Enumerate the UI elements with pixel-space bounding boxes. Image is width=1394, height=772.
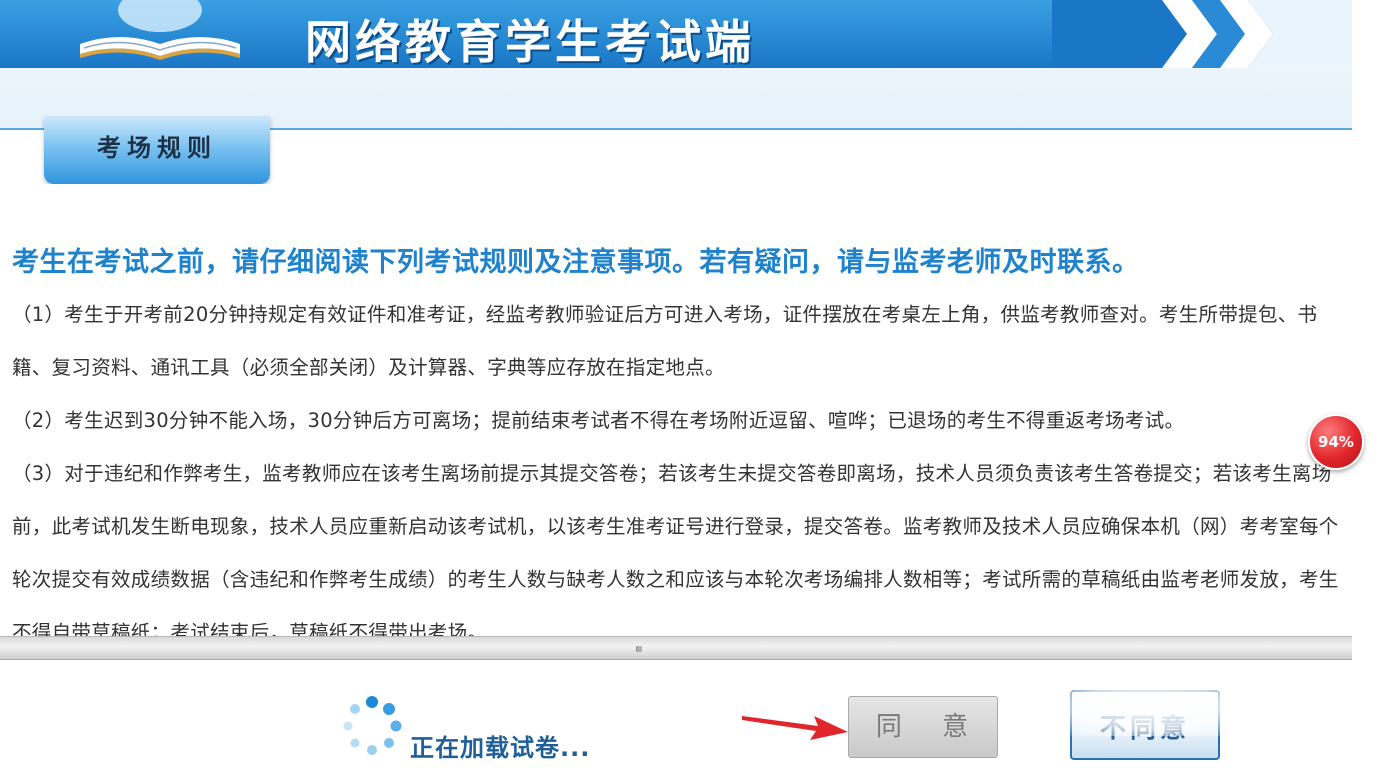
- splitter-grip-icon[interactable]: ▤: [636, 644, 641, 654]
- header-banner: 网络教育学生考试端: [0, 0, 1352, 68]
- rules-list: （1）考生于开考前20分钟持规定有效证件和准考证，经监考教师验证后方可进入考场，…: [12, 288, 1340, 636]
- loading-spinner-icon: [343, 696, 402, 755]
- rule-item-1: （1）考生于开考前20分钟持规定有效证件和准考证，经监考教师验证后方可进入考场，…: [12, 303, 1318, 379]
- rule-item-3: （3）对于违纪和作弊考生，监考教师应在该考生离场前提示其提交答卷；若该考生未提交…: [12, 462, 1339, 636]
- red-arrow-icon: [742, 716, 848, 740]
- panel-splitter[interactable]: ▤: [0, 636, 1352, 660]
- rule-item-2: （2）考生迟到30分钟不能入场，30分钟后方可离场；提前结束考试者不得在考场附近…: [12, 409, 1185, 432]
- loading-status-text: 正在加载试卷...: [410, 734, 591, 762]
- intro-notice: 考生在考试之前，请仔细阅读下列考试规则及注意事项。若有疑问，请与监考老师及时联系…: [12, 247, 1140, 278]
- open-book-logo-icon: [80, 0, 240, 60]
- blur-redaction: [1060, 676, 1240, 736]
- section-tab-exam-rules: 考场规则: [44, 116, 270, 184]
- double-chevron-icon: [1052, 0, 1352, 68]
- progress-badge-text: 94%: [1318, 433, 1354, 451]
- header: 网络教育学生考试端: [0, 0, 1352, 130]
- rules-content-panel[interactable]: 考生在考试之前，请仔细阅读下列考试规则及注意事项。若有疑问，请与监考老师及时联系…: [0, 184, 1352, 636]
- section-tab-label: 考场规则: [97, 134, 217, 162]
- progress-badge[interactable]: 94%: [1308, 414, 1364, 470]
- app-title: 网络教育学生考试端: [305, 15, 755, 68]
- agree-button[interactable]: 同 意: [848, 696, 998, 758]
